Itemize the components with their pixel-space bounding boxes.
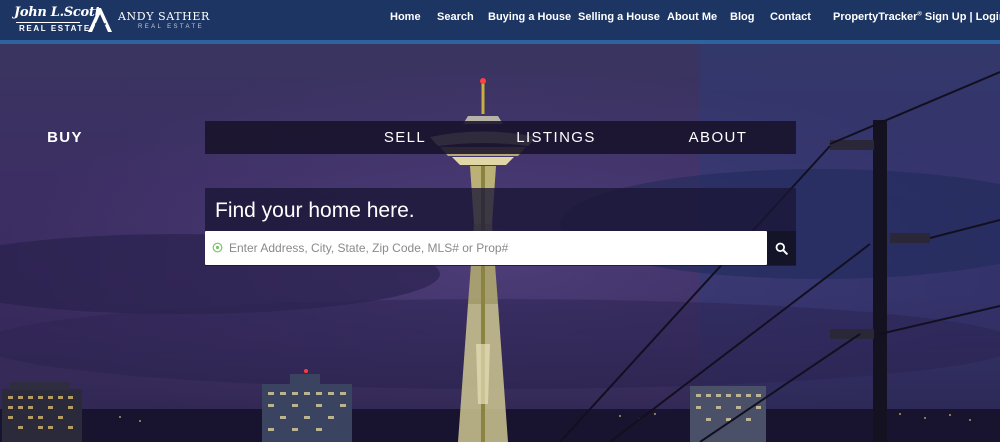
tab-buy[interactable]: BUY: [0, 121, 130, 154]
search-box: [205, 231, 767, 265]
search-heading: Find your home here.: [215, 199, 415, 222]
search-input[interactable]: [229, 231, 763, 265]
left-building: [2, 382, 82, 442]
top-navigation-bar: John L.Scott REAL ESTATE ANDY SATHER REA…: [0, 0, 1000, 40]
nav-buying-a-house[interactable]: Buying a House: [488, 11, 571, 23]
tab-listings[interactable]: LISTINGS: [491, 121, 621, 154]
login-link[interactable]: Login: [976, 11, 1000, 23]
nav-divider: |: [966, 11, 976, 23]
search-mode-tabs: BUY SELL LISTINGS ABOUT: [47, 121, 796, 154]
tab-sell[interactable]: SELL: [340, 121, 470, 154]
nav-selling-a-house[interactable]: Selling a House: [578, 11, 660, 23]
main-nav: Home Search Buying a House Selling a Hou…: [0, 0, 1000, 40]
property-tracker-label: PropertyTracker: [833, 11, 918, 23]
tab-buy-label: BUY: [47, 129, 83, 146]
nav-blog[interactable]: Blog: [730, 11, 754, 23]
nav-contact[interactable]: Contact: [770, 11, 811, 23]
nav-about-me[interactable]: About Me: [667, 11, 717, 23]
tab-about-label: ABOUT: [688, 129, 748, 146]
tab-listings-label: LISTINGS: [516, 129, 596, 146]
tab-about[interactable]: ABOUT: [653, 121, 783, 154]
signup-link[interactable]: Sign Up: [922, 11, 967, 23]
search-button[interactable]: [767, 231, 796, 265]
tab-sell-label: SELL: [383, 129, 427, 146]
nav-search[interactable]: Search: [437, 11, 474, 23]
property-tracker-signup[interactable]: PropertyTracker® Sign Up | Login: [833, 11, 1000, 23]
location-pin-icon: [212, 242, 223, 253]
nav-home[interactable]: Home: [390, 11, 421, 23]
center-right-building: [690, 386, 766, 442]
search-icon: [775, 242, 788, 255]
search-panel: Find your home here.: [205, 188, 796, 266]
